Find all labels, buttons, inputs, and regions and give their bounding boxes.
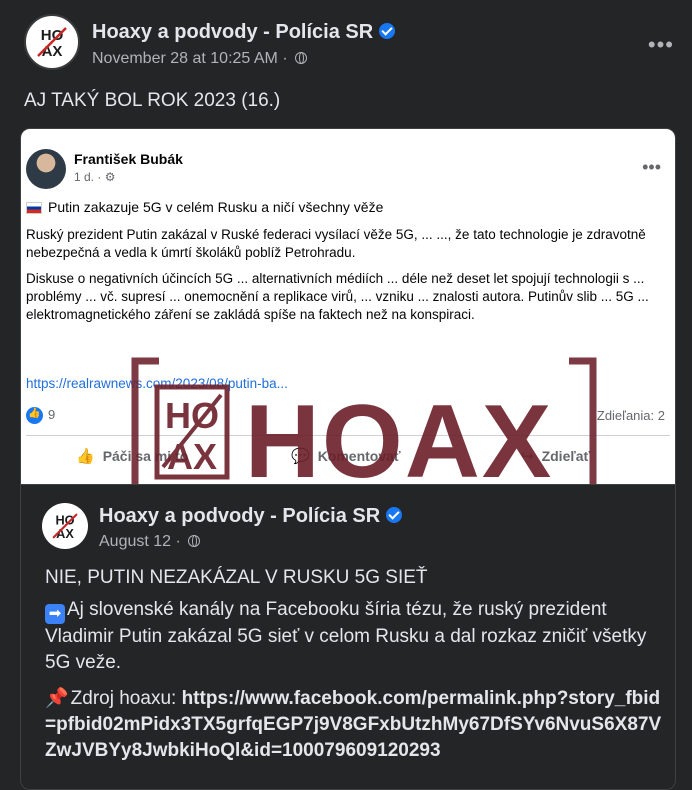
inner-timestamp: 1 d. · [74, 170, 102, 184]
inner-share-label: Zdieľať [541, 448, 591, 464]
inner-link: https://realrawnews.com/2023/08/putin-ba… [26, 376, 288, 391]
inner-like-label: Páči sa mi to [102, 448, 189, 464]
verified-badge-icon [386, 506, 403, 523]
inner-friends-icon: ⚙ [104, 170, 116, 184]
original-timestamp[interactable]: August 12 · [99, 533, 181, 550]
inner-comment-label: Komentovať [317, 448, 401, 464]
inner-post-meta: 1 d. · ⚙ [74, 170, 115, 184]
original-paragraph: ➡ Aj slovenské kanály na Facebooku šíria … [45, 597, 665, 676]
post-text: AJ TAKÝ BOL ROK 2023 (16.) [24, 90, 281, 111]
inner-reaction-count: 9 [48, 407, 56, 422]
original-post: HO AX Hoaxy a podvody - Polícia SR Augus… [21, 485, 675, 789]
original-avatar[interactable]: HO AX [42, 503, 88, 549]
inner-share-count: Zdieľania: 2 [596, 408, 665, 423]
globe-icon [188, 534, 201, 547]
post-timestamp[interactable]: November 28 at 10:25 AM [92, 50, 278, 67]
hoax-logo-icon: HO AX [37, 27, 67, 60]
inner-more-icon: ••• [642, 157, 661, 177]
inner-paragraph-1: Ruský prezident Putin zakázal v Ruské fe… [26, 227, 646, 260]
pin-icon: 📌 [45, 688, 69, 709]
thumbs-up-icon: 👍 [76, 448, 95, 465]
more-options-icon[interactable]: ••• [648, 32, 674, 58]
hoax-logo-icon: HO AX [52, 512, 78, 541]
inner-paragraph-2: Diskuse o negativních účincích 5G ... al… [26, 271, 649, 322]
share-icon: ↪ [521, 448, 534, 465]
original-page-name-text[interactable]: Hoaxy a podvody - Polícia SR [99, 505, 380, 527]
logo-bottom-text: AX [42, 43, 63, 60]
post-header: HO AX Hoaxy a podvody - Polícia SR Novem… [24, 14, 674, 78]
inner-reactions: 9 [26, 407, 56, 425]
page-name[interactable]: Hoaxy a podvody - Polícia SR [92, 21, 396, 44]
shared-card[interactable]: František Bubák 1 d. · ⚙ ••• Putin zakaz… [20, 128, 676, 790]
original-source: 📌 Zdroj hoaxu: https://www.facebook.com/p… [45, 686, 665, 764]
inner-author-name: František Bubák [74, 151, 183, 167]
page-avatar[interactable]: HO AX [24, 14, 80, 70]
globe-icon [295, 51, 308, 64]
inner-comment-action: 💬 Komentovať [291, 447, 401, 465]
inner-like-action: 👍 Páči sa mi to [76, 447, 188, 465]
inner-author-avatar [26, 149, 66, 189]
page-name-text[interactable]: Hoaxy a podvody - Polícia SR [92, 21, 373, 43]
inner-body: Ruský prezident Putin zakázal v Ruské fe… [26, 226, 658, 332]
inner-headline: Putin zakazuje 5G v celém Rusku a ničí v… [26, 199, 383, 215]
russia-flag-icon [26, 202, 42, 215]
original-body-text: Aj slovenské kanály na Facebooku šíria t… [45, 599, 647, 673]
original-meta: August 12 · [99, 533, 201, 551]
post-meta: November 28 at 10:25 AM · [92, 50, 308, 68]
original-body: ➡ Aj slovenské kanály na Facebooku šíria … [45, 597, 665, 774]
original-title: NIE, PUTIN NEZAKÁZAL V RUSKU 5G SIEŤ [45, 567, 428, 588]
inner-share-action: ↪ Zdieľať [521, 447, 590, 465]
verified-badge-icon [379, 22, 396, 39]
comment-icon: 💬 [291, 448, 310, 465]
shared-screenshot: František Bubák 1 d. · ⚙ ••• Putin zakaz… [21, 129, 675, 484]
original-page-name[interactable]: Hoaxy a podvody - Polícia SR [99, 505, 403, 528]
like-reaction-icon [26, 407, 43, 425]
source-label: Zdroj hoaxu: [70, 688, 182, 709]
inner-divider [26, 435, 670, 436]
arrow-right-icon: ➡ [45, 604, 65, 624]
inner-headline-text: Putin zakazuje 5G v celém Rusku a ničí v… [48, 199, 384, 215]
